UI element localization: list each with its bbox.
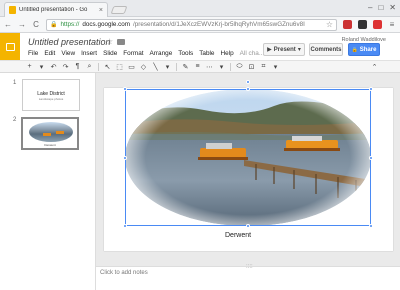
menu-insert[interactable]: Insert — [81, 50, 97, 57]
shape-icon[interactable]: ◇ — [140, 63, 147, 71]
slide-thumbnail-2[interactable]: Derwent — [21, 117, 79, 150]
slides-favicon-icon — [9, 6, 16, 14]
select-icon[interactable]: ↖ — [104, 63, 111, 71]
editor-toolbar: + ▾ ↶ ↷ ¶ ⌕ ↖ ⬚ ▭ ◇ ╲ ▾ ✎ ≡ ⋯ ▾ ⬭ ⊡ ⌗ ▾ … — [0, 60, 400, 73]
all-changes-saved[interactable]: All cha... — [240, 50, 265, 57]
border-weight-icon[interactable]: ≡ — [194, 63, 201, 70]
menu-format[interactable]: Format — [123, 50, 143, 57]
mask-image-icon[interactable]: ⬭ — [236, 63, 243, 71]
new-slide-dropdown-icon[interactable]: ▾ — [38, 63, 45, 71]
menu-edit[interactable]: Edit — [44, 50, 55, 57]
line-dropdown-icon[interactable]: ▾ — [164, 63, 171, 71]
folder-icon[interactable] — [117, 39, 125, 45]
comments-button[interactable]: Comments — [309, 43, 343, 56]
tab-title: Untitled presentation - Go — [19, 7, 88, 13]
browser-tab[interactable]: Untitled presentation - Go × — [4, 2, 108, 17]
speaker-notes-placeholder[interactable]: Click to add notes — [100, 270, 148, 276]
thumbnail-boat — [56, 131, 64, 134]
resize-handle[interactable] — [246, 224, 250, 228]
lock-icon: 🔒 — [50, 22, 58, 28]
url-path: /presentation/d/1JeXczEWVzKrj-br5lhqRyhV… — [133, 21, 305, 28]
border-dash-icon[interactable]: ⋯ — [206, 63, 213, 71]
image-icon[interactable]: ▭ — [128, 63, 135, 71]
star-icon[interactable]: ☆ — [106, 37, 113, 46]
extension-icon[interactable] — [373, 20, 382, 29]
play-icon: ▶ — [267, 47, 272, 53]
menu-bar: File Edit View Insert Slide Format Arran… — [28, 50, 264, 57]
browser-menu-icon[interactable]: ≡ — [388, 20, 396, 29]
thumbnail-subtitle: Landscape photos — [38, 97, 64, 101]
slide-number: 1 — [13, 80, 17, 86]
minimize-icon[interactable]: – — [368, 3, 372, 12]
url-host: docs.google.com — [82, 21, 130, 28]
notes-resize-grip[interactable]: :::: — [246, 264, 253, 270]
lock-icon: 🔒 — [351, 46, 358, 53]
thumbnail-caption: Derwent — [44, 143, 56, 147]
new-slide-icon[interactable]: + — [26, 63, 33, 70]
back-icon[interactable]: ← — [4, 20, 12, 29]
toolbar-divider — [98, 62, 99, 71]
crop-icon[interactable]: ⌗ — [260, 63, 267, 71]
browser-tabstrip: Untitled presentation - Go × – □ ✕ — [0, 0, 400, 17]
collapse-toolbar-icon[interactable]: ⌃ — [371, 63, 378, 71]
resize-handle[interactable] — [123, 87, 127, 91]
resize-handle[interactable] — [123, 224, 127, 228]
browser-toolbar: ← → C 🔒 https://docs.google.com/presenta… — [0, 17, 400, 33]
image-options-icon[interactable]: ⊡ — [248, 63, 255, 71]
line-icon[interactable]: ╲ — [152, 63, 159, 71]
border-dropdown-icon[interactable]: ▾ — [218, 63, 225, 71]
forward-icon[interactable]: → — [18, 20, 26, 29]
menu-slide[interactable]: Slide — [103, 50, 117, 57]
image-selection-box[interactable] — [125, 89, 371, 226]
resize-handle[interactable] — [369, 87, 373, 91]
paint-format-icon[interactable]: ¶ — [74, 63, 81, 70]
share-label: Share — [359, 46, 377, 53]
menu-table[interactable]: Table — [199, 50, 214, 57]
thumbnail-boat — [43, 133, 51, 136]
toolbar-divider — [230, 62, 231, 71]
extension-icon[interactable] — [358, 20, 367, 29]
toolbar-divider — [176, 62, 177, 71]
maximize-icon[interactable]: □ — [378, 3, 383, 12]
window-controls: – □ ✕ — [368, 3, 396, 12]
close-window-icon[interactable]: ✕ — [389, 3, 396, 12]
reload-icon[interactable]: C — [32, 20, 40, 29]
resize-handle[interactable] — [369, 156, 373, 160]
url-scheme: https:// — [60, 21, 80, 28]
menu-arrange[interactable]: Arrange — [150, 50, 173, 57]
extension-icon[interactable] — [343, 20, 352, 29]
zoom-icon[interactable]: ⌕ — [86, 63, 93, 71]
undo-icon[interactable]: ↶ — [50, 63, 57, 71]
thumbnail-photo — [29, 122, 73, 142]
resize-handle[interactable] — [369, 224, 373, 228]
slide-number: 2 — [13, 117, 17, 123]
address-bar[interactable]: 🔒 https://docs.google.com/presentation/d… — [46, 18, 337, 31]
textbox-icon[interactable]: ⬚ — [116, 63, 123, 71]
resize-handle[interactable] — [123, 156, 127, 160]
redo-icon[interactable]: ↷ — [62, 63, 69, 71]
resize-handle[interactable] — [246, 87, 250, 91]
menu-file[interactable]: File — [28, 50, 38, 57]
crop-dropdown-icon[interactable]: ▾ — [272, 63, 279, 71]
menu-tools[interactable]: Tools — [178, 50, 193, 57]
rotate-handle[interactable] — [246, 80, 250, 84]
menu-help[interactable]: Help — [220, 50, 233, 57]
menu-view[interactable]: View — [61, 50, 75, 57]
bookmark-star-icon[interactable]: ☆ — [326, 20, 333, 29]
slide-caption[interactable]: Derwent — [225, 232, 251, 239]
new-tab-button[interactable] — [110, 6, 128, 14]
document-title[interactable]: Untitled presentation — [28, 37, 111, 47]
border-color-icon[interactable]: ✎ — [182, 63, 189, 71]
share-button[interactable]: 🔒 Share — [348, 43, 380, 56]
present-button[interactable]: ▶ Present ▾ — [263, 43, 305, 56]
present-label: Present — [273, 46, 296, 53]
tab-close-icon[interactable]: × — [99, 7, 103, 14]
slides-logo-icon[interactable] — [0, 33, 20, 60]
slide-thumbnail-1[interactable]: Lake District Landscape photos — [22, 79, 80, 111]
chevron-down-icon: ▾ — [297, 47, 301, 53]
